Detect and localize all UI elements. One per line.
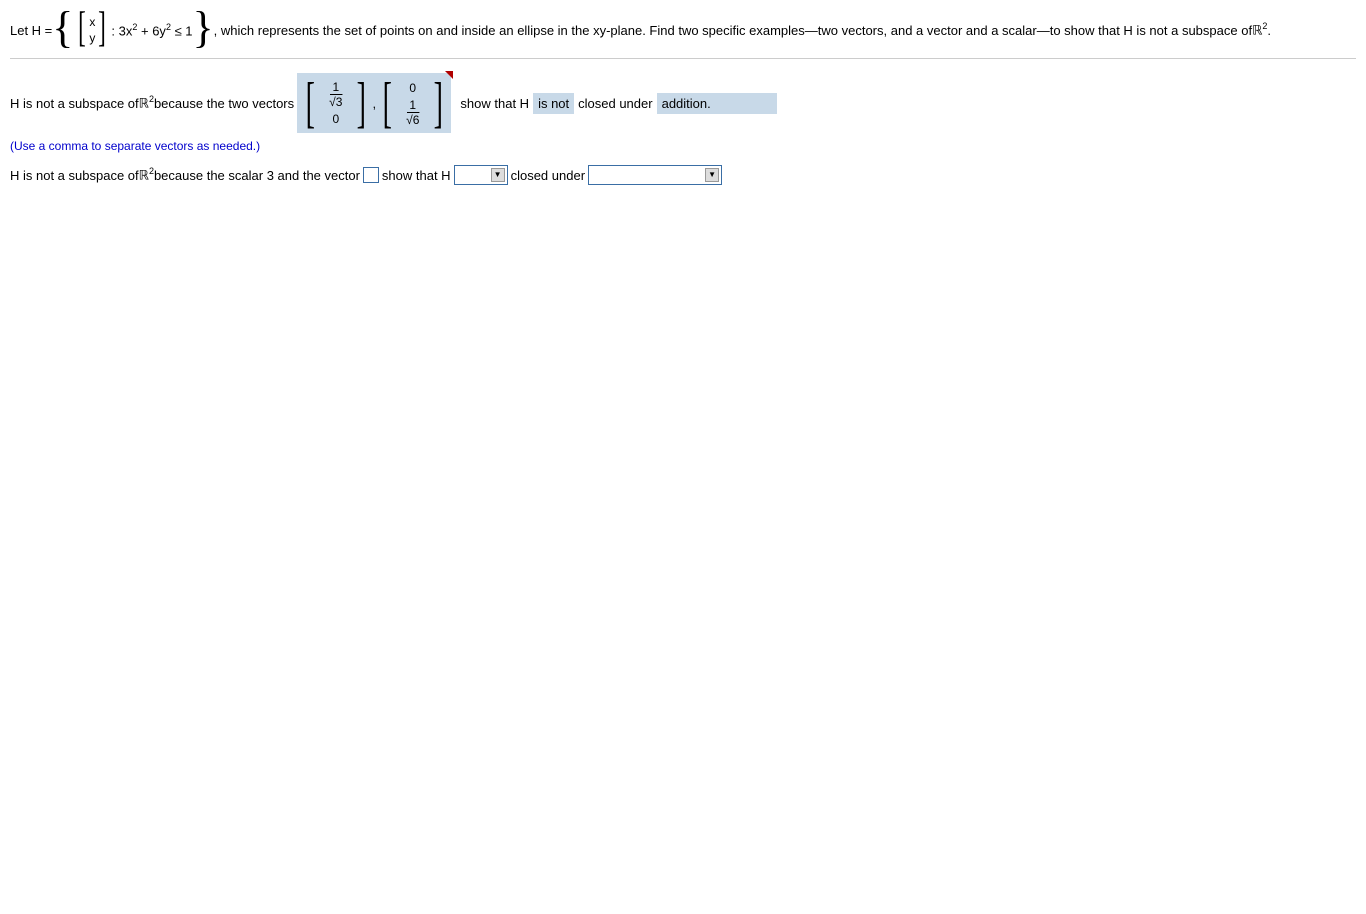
flag-icon — [445, 71, 453, 79]
R2-p2: ℝ2 — [139, 166, 154, 183]
p1-lead: H is not a subspace of — [10, 96, 139, 111]
rbracket-icon: ] — [433, 75, 442, 131]
rbracket-icon: ] — [356, 75, 365, 131]
input-hint: (Use a comma to separate vectors as need… — [10, 139, 1356, 153]
p1-because: because the two vectors — [154, 96, 294, 111]
period: . — [1267, 23, 1271, 38]
p1-show: show that H — [460, 96, 529, 111]
part2-row: H is not a subspace of ℝ2 because the sc… — [10, 165, 1356, 185]
lbracket-icon: [ — [79, 8, 87, 48]
vec-y: y — [89, 30, 95, 46]
vec2-stack: 0 1 √6 — [397, 79, 429, 128]
lbracket-icon: [ — [383, 75, 392, 131]
p2-because: because the scalar 3 and the vector — [154, 168, 360, 183]
vector-input[interactable] — [363, 167, 379, 183]
isnot-dropdown-2[interactable] — [454, 165, 508, 185]
operation-dropdown-2[interactable] — [588, 165, 722, 185]
lbrace-icon: { — [52, 6, 73, 50]
vec1-bot: 0 — [332, 112, 339, 126]
vec2-top: 0 — [409, 81, 416, 95]
p2-lead: H is not a subspace of — [10, 168, 139, 183]
let-text: Let H = — [10, 23, 52, 38]
p2-show: show that H — [382, 168, 451, 183]
R2: ℝ2 — [1252, 21, 1267, 38]
p1-closed: closed under — [578, 96, 652, 111]
comma: , — [372, 96, 376, 111]
vec1-top-frac: 1 √3 — [329, 81, 342, 108]
part1-row: H is not a subspace of ℝ2 because the tw… — [10, 73, 1356, 133]
rbrace-icon: } — [193, 6, 214, 50]
xy-vector: [ x y ] — [75, 10, 109, 50]
R2-p1: ℝ2 — [139, 94, 154, 111]
divider — [10, 58, 1356, 59]
cond-text: : 3x2 + 6y2 ≤ 1 — [111, 22, 192, 38]
operation-dropdown[interactable]: addition. — [657, 93, 777, 114]
vec1-stack: 1 √3 0 — [320, 79, 352, 128]
question-rest: , which represents the set of points on … — [214, 23, 1252, 38]
lbracket-icon: [ — [306, 75, 315, 131]
p2-closed: closed under — [511, 168, 585, 183]
problem-statement: Let H = { [ x y ] : 3x2 + 6y2 ≤ 1 } , wh… — [10, 8, 1356, 52]
vec2-bot-frac: 1 √6 — [406, 99, 419, 126]
answer-vectors-input[interactable]: [ 1 √3 0 ] , [ 0 1 √6 ] — [297, 73, 451, 133]
vec-x: x — [89, 14, 95, 30]
xy-stack: x y — [89, 14, 95, 46]
rbracket-icon: ] — [99, 8, 107, 48]
isnot-dropdown[interactable]: is not — [533, 93, 574, 114]
